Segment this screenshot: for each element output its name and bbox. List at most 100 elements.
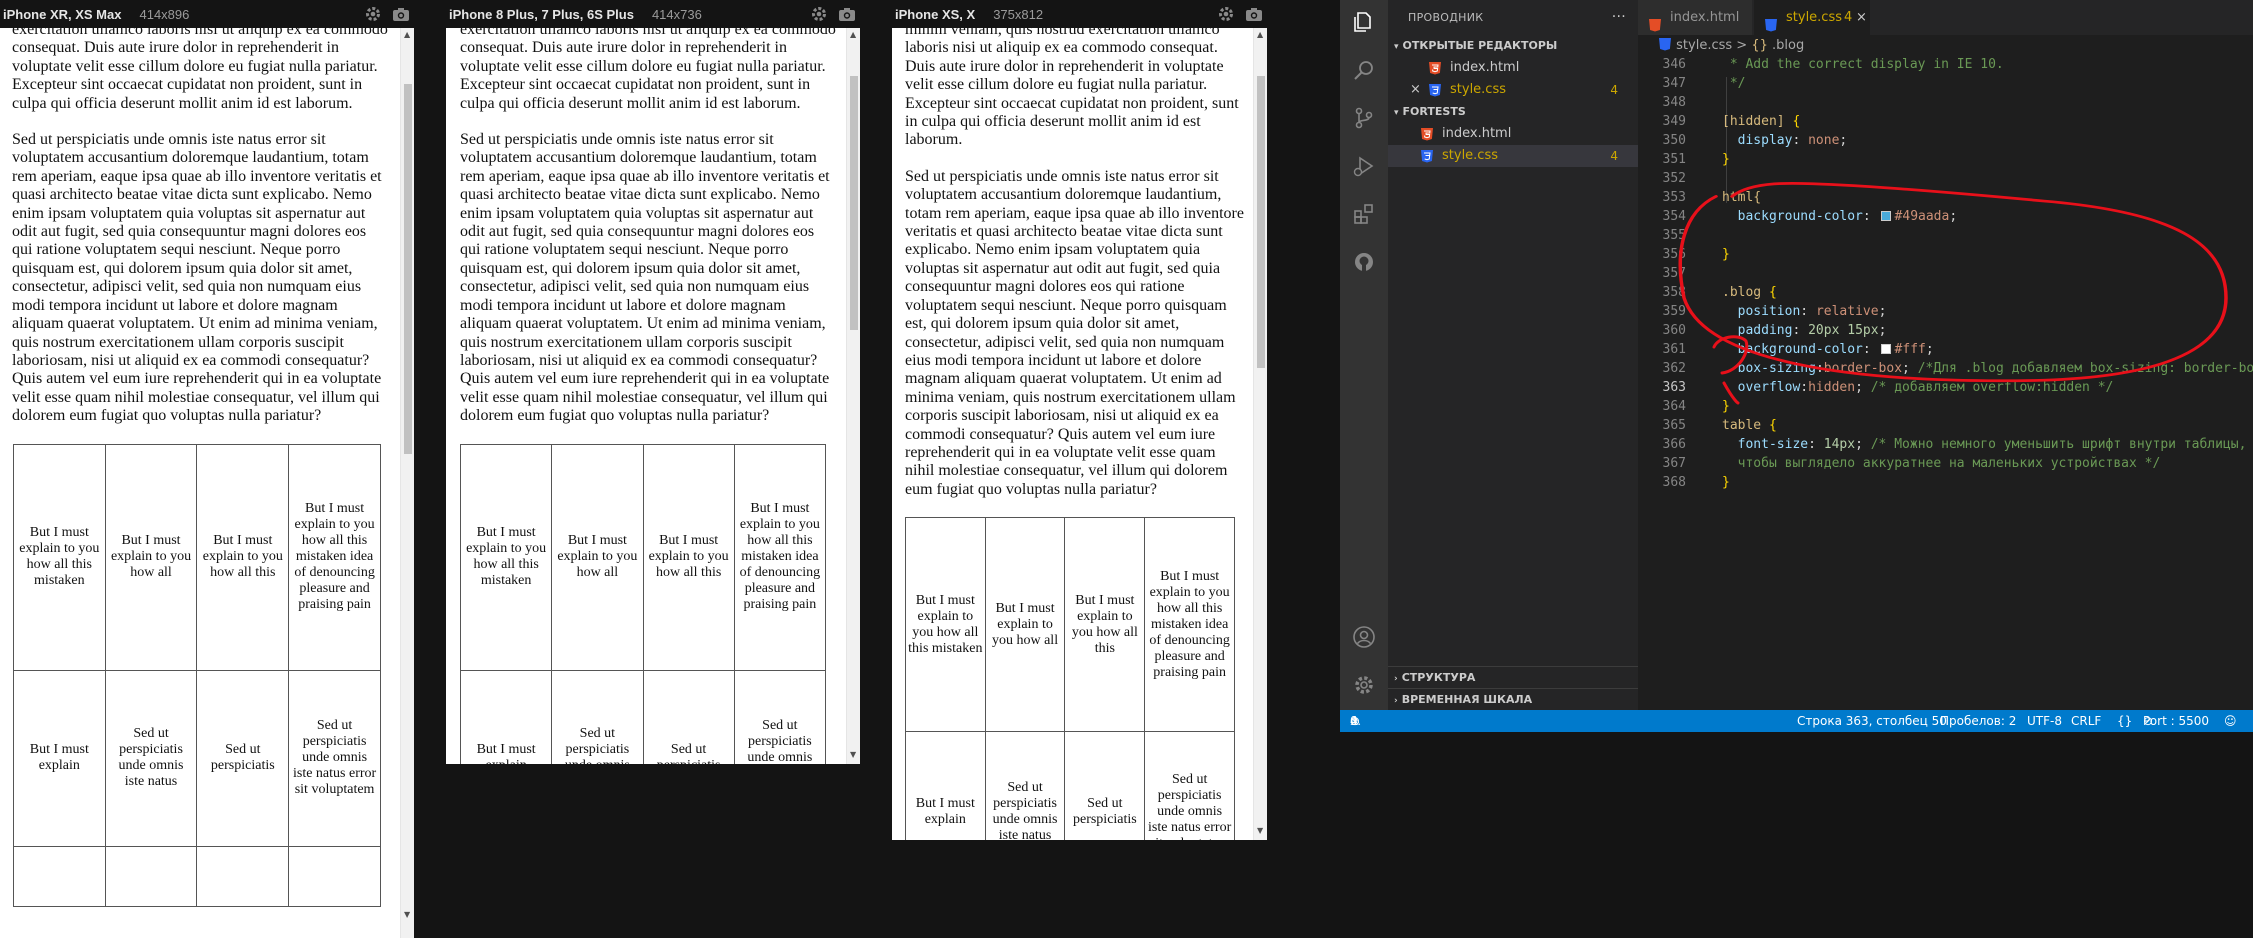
breadcrumb-symbol[interactable]: .blog — [1772, 38, 1804, 53]
extensions-icon[interactable] — [1352, 202, 1376, 226]
table-cell: But I must explain to you how all this — [1064, 517, 1146, 733]
eol-status[interactable]: CRLF — [2071, 710, 2101, 732]
scroll-up-arrow-icon[interactable]: ▲ — [404, 30, 410, 39]
account-icon[interactable] — [1352, 625, 1376, 649]
cursor-position[interactable]: Строка 363, столбец 50 — [1797, 710, 1947, 732]
table-cell: Sed ut perspiciatis — [1064, 731, 1146, 840]
line-number: 362 — [1662, 361, 1686, 376]
comment-text: /* добавляем overflow:hidden */ — [1870, 380, 2114, 395]
code-line-354: background-color: #49aada; — [1737, 209, 1958, 224]
table-cell: But I must explain to you how all — [984, 517, 1066, 733]
code-line-368: } — [1722, 475, 1730, 490]
paragraph: exercitation ullamco laboris nisi ut ali… — [460, 28, 836, 112]
breadcrumb-file[interactable]: style.css — [1676, 38, 1732, 53]
close-icon[interactable]: × — [1856, 0, 1867, 35]
table-cell: Sed ut perspiciatis — [196, 669, 290, 847]
scrollbar[interactable]: ▲ ▼ — [400, 28, 414, 938]
explorer-icon[interactable] — [1352, 10, 1376, 34]
line-number: 356 — [1662, 247, 1686, 262]
device-preview-iphone-xr: iPhone XR, XS Max 414x896 exercitation u… — [0, 0, 414, 938]
table-row — [13, 845, 381, 907]
braces-icon[interactable]: {} — [2117, 710, 2132, 732]
table-row: But I must explain to you how all this m… — [13, 443, 381, 671]
line-number: 354 — [1662, 209, 1686, 224]
gear-icon[interactable] — [1217, 5, 1235, 23]
scrollbar-thumb[interactable] — [1257, 76, 1265, 368]
table-cell: But I must explain — [459, 669, 553, 764]
camera-icon[interactable] — [392, 5, 410, 23]
device-preview-iphone-8-plus: iPhone 8 Plus, 7 Plus, 6S Plus 414x736 e… — [446, 0, 860, 764]
camera-icon[interactable] — [838, 5, 856, 23]
css-property: font-size — [1737, 437, 1809, 452]
css-value: 20px 15px — [1808, 323, 1879, 338]
css-value: #fff — [1894, 342, 1926, 357]
camera-icon[interactable] — [1245, 5, 1263, 23]
brace: } — [1722, 399, 1730, 414]
device-name: iPhone XR, XS Max — [3, 6, 122, 22]
table-row: But I must explain Sed ut perspiciatis u… — [905, 731, 1235, 840]
table-cell: But I must explain to you how all this m… — [1144, 517, 1235, 733]
paragraph: Sed ut perspiciatis unde omnis iste natu… — [460, 131, 830, 425]
feedback-icon[interactable]: ☺ — [2224, 710, 2237, 732]
scroll-down-arrow-icon[interactable]: ▼ — [404, 910, 410, 919]
file-item-style-css[interactable]: style.css 4 — [1388, 145, 1638, 167]
github-icon[interactable] — [1352, 250, 1376, 274]
scrollbar-thumb[interactable] — [850, 76, 858, 330]
line-number: 350 — [1662, 133, 1686, 148]
open-editor-item-style-css[interactable]: × style.css 4 — [1388, 79, 1638, 101]
code-line-347: */ — [1722, 76, 1746, 91]
css-value: 14px — [1823, 437, 1856, 452]
timeline-section[interactable]: › ВРЕМЕННАЯ ШКАЛА — [1388, 688, 1638, 711]
comment-text: чтобы выглядело аккуратнее на маленьких … — [1737, 456, 2161, 471]
breadcrumb: style.css > {} .blog — [1638, 35, 1804, 57]
tab-index-html[interactable]: index.html — [1638, 0, 1753, 35]
symbol-icon: {} — [1751, 38, 1768, 53]
open-editor-item-index-html[interactable]: index.html — [1388, 57, 1638, 79]
tab-style-css[interactable]: style.css 4 × — [1754, 0, 1871, 35]
manage-gear-icon[interactable] — [1352, 673, 1376, 697]
open-editors-section[interactable]: ▾ ОТКРЫТЫЕ РЕДАКТОРЫ — [1388, 35, 1638, 57]
scroll-up-arrow-icon[interactable]: ▲ — [850, 30, 856, 39]
scrollbar-thumb[interactable] — [404, 84, 412, 454]
chevron-down-icon: ▾ — [1394, 108, 1399, 118]
file-name: style.css — [1450, 82, 1506, 97]
outline-section[interactable]: › СТРУКТУРА — [1388, 666, 1638, 689]
scroll-up-arrow-icon[interactable]: ▲ — [1257, 30, 1263, 39]
scroll-down-arrow-icon[interactable]: ▼ — [1257, 826, 1263, 835]
css3-file-icon — [1658, 37, 1672, 51]
color-swatch[interactable] — [1880, 344, 1891, 354]
line-number: 347 — [1662, 76, 1686, 91]
code-line-353: html{ — [1722, 190, 1761, 205]
source-control-icon[interactable] — [1352, 106, 1376, 130]
chevron-down-icon: ▾ — [1394, 42, 1399, 52]
more-actions-icon[interactable]: ··· — [1612, 0, 1626, 35]
table-cell: Sed ut perspiciatis unde omnis iste natu… — [288, 669, 381, 847]
file-item-index-html[interactable]: index.html — [1388, 123, 1638, 145]
breadcrumb-separator: > — [1736, 38, 1748, 53]
css-value: relative — [1815, 304, 1879, 319]
code-line-367: чтобы выглядело аккуратнее на маленьких … — [1722, 456, 2161, 471]
scrollbar[interactable]: ▲ ▼ — [846, 28, 860, 764]
device-screen: minim veniam, quis nostrud exercitation … — [892, 28, 1267, 840]
css-property: display — [1737, 133, 1793, 148]
explorer-title-label: ПРОВОДНИК — [1408, 11, 1484, 24]
table-cell: But I must explain to you how all this — [196, 443, 290, 671]
indentation-status[interactable]: Пробелов: 2 — [1940, 710, 2016, 732]
css-value: #49aada — [1894, 209, 1950, 224]
search-icon[interactable] — [1352, 58, 1376, 82]
gear-icon[interactable] — [810, 5, 828, 23]
css-selector: .blog — [1722, 285, 1762, 300]
gear-icon[interactable] — [364, 5, 382, 23]
color-swatch[interactable] — [1880, 211, 1891, 221]
close-icon[interactable]: × — [1410, 79, 1421, 101]
line-number: 348 — [1662, 95, 1686, 110]
scrollbar[interactable]: ▲ ▼ — [1253, 28, 1267, 840]
code-editor[interactable]: 346 347 348 349 350 351 352 353 354 355 356 357 358 3… — [1638, 57, 2253, 710]
run-debug-icon[interactable] — [1352, 154, 1376, 178]
code-line-350: display: none; — [1737, 133, 1848, 148]
code-line-349: [hidden] { — [1722, 114, 1800, 129]
encoding-status[interactable]: UTF-8 — [2027, 710, 2062, 732]
folder-section[interactable]: ▾ FORTESTS — [1388, 101, 1638, 123]
scroll-down-arrow-icon[interactable]: ▼ — [850, 750, 856, 759]
brace: { — [1761, 418, 1777, 433]
